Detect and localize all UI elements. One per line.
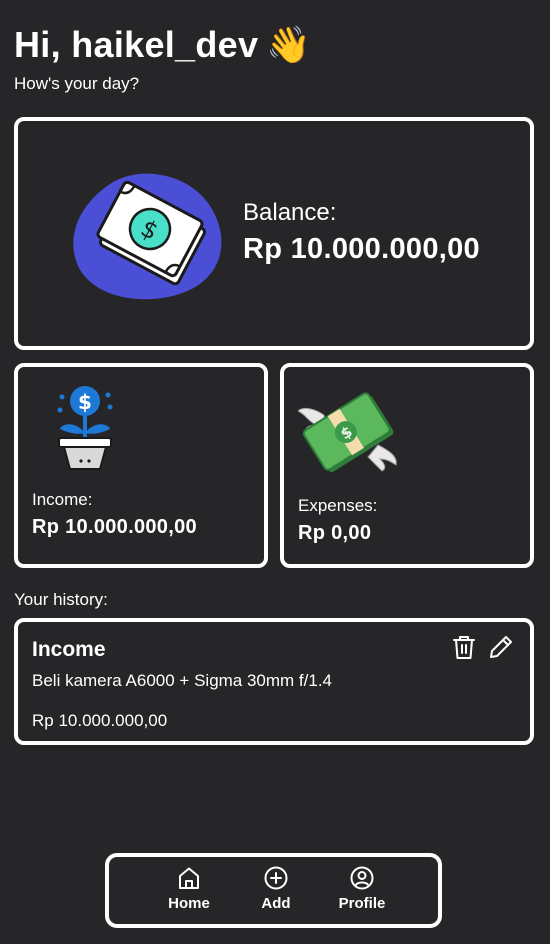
- history-item[interactable]: Income Beli kamera A6000 + Sigma 30mm f/…: [14, 618, 534, 745]
- nav-item-home[interactable]: Home: [154, 865, 224, 919]
- income-value: Rp 10.000.000,00: [32, 516, 197, 538]
- balance-label: Balance:: [243, 199, 337, 226]
- money-with-wings-icon: $: [298, 392, 397, 472]
- nav-label-home: Home: [168, 895, 210, 912]
- app-screen: Hi, haikel_dev 👋 How's your day? $ Balan…: [0, 0, 550, 944]
- trash-icon[interactable]: [452, 634, 476, 660]
- history-item-amount: Rp 10.000.000,00: [32, 711, 168, 730]
- expenses-label: Expenses:: [298, 496, 378, 515]
- balance-value: Rp 10.000.000,00: [243, 233, 480, 265]
- history-item-description: Beli kamera A6000 + Sigma 30mm f/1.4: [32, 671, 333, 690]
- expenses-card: $ Expenses: Rp 0,00: [280, 363, 534, 568]
- balance-card: $ Balance: Rp 10.000.000,00: [14, 117, 534, 350]
- money-bill-icon: $: [73, 173, 222, 300]
- income-card: $ Income: Rp 10.000.000,00: [14, 363, 268, 568]
- svg-text:$: $: [78, 390, 92, 414]
- profile-icon: [350, 866, 374, 890]
- money-plant-icon: $: [57, 386, 113, 470]
- history-label: Your history:: [14, 590, 108, 609]
- nav-label-add: Add: [261, 895, 291, 912]
- nav-item-profile[interactable]: Profile: [327, 865, 397, 919]
- greeting-subtitle: How's your day?: [14, 74, 140, 93]
- home-icon: [179, 867, 199, 889]
- greeting-title: Hi, haikel_dev 👋: [14, 24, 311, 66]
- add-circle-icon: [264, 866, 288, 890]
- income-label: Income:: [32, 490, 93, 509]
- edit-pencil-icon[interactable]: [488, 634, 514, 660]
- nav-label-profile: Profile: [338, 895, 386, 912]
- expenses-value: Rp 0,00: [298, 522, 372, 544]
- history-item-type: Income: [32, 638, 106, 661]
- waving-hand-icon: 👋: [266, 24, 312, 65]
- nav-item-add[interactable]: Add: [241, 865, 311, 919]
- greeting-text: Hi, haikel_dev: [14, 24, 259, 65]
- bottom-navigation: Home Add Profile: [105, 853, 442, 928]
